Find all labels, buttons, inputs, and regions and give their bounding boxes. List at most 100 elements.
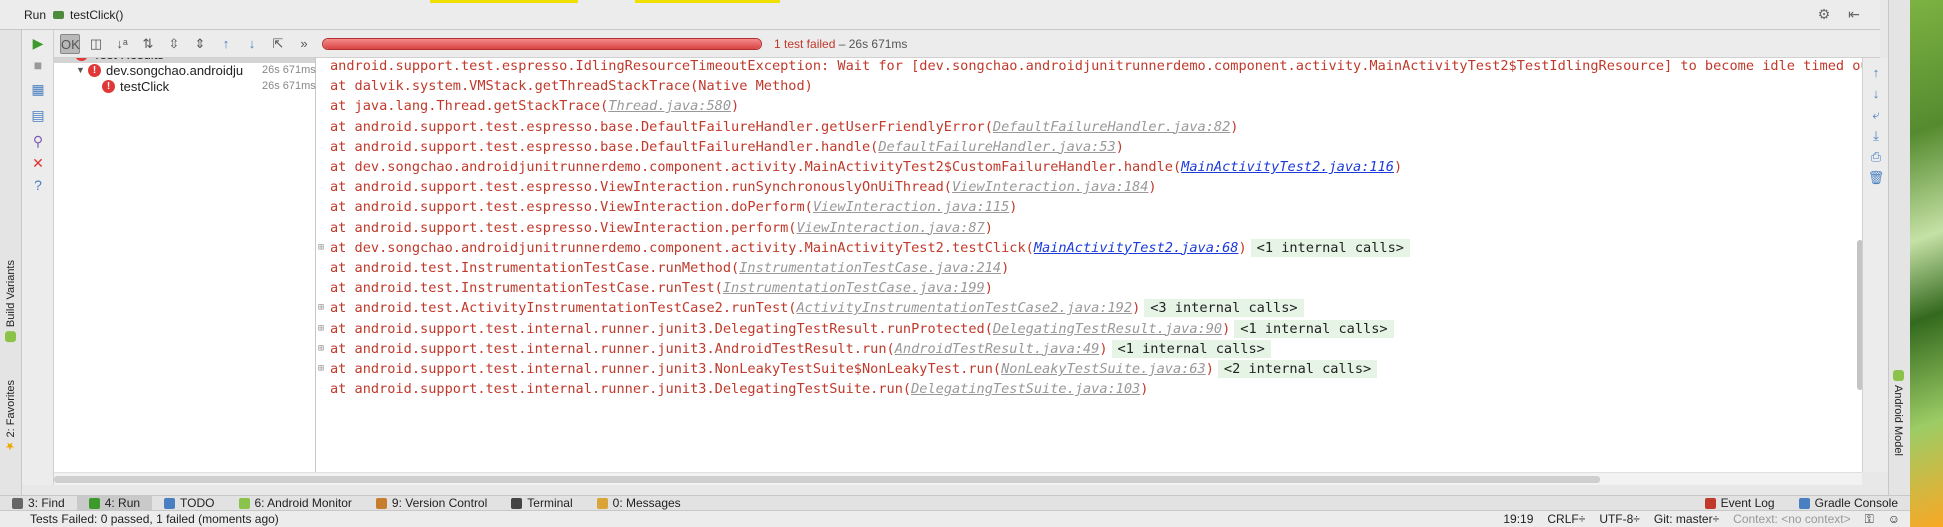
console-text: at android.support.test.espresso.base.De… [330, 118, 993, 135]
progress-fill [323, 39, 761, 49]
console-text: at dev.songchao.androidjunitrunnerdemo.c… [330, 159, 1182, 175]
android-model-label: Android Model [1892, 385, 1904, 456]
trash-icon[interactable]: 🗑 [1867, 169, 1885, 187]
source-link[interactable]: AndroidTestResult.java:49 [895, 341, 1100, 357]
desktop-wallpaper [1910, 0, 1943, 527]
git-branch[interactable]: Git: master÷ [1654, 512, 1719, 526]
tool-tab[interactable]: Terminal [499, 496, 584, 511]
internal-calls-badge[interactable]: <1 internal calls> [1111, 339, 1271, 358]
collapse-all-icon[interactable]: ⇕ [190, 34, 210, 54]
horizontal-scrollbar[interactable] [54, 472, 1862, 485]
hide-panel-icon[interactable]: ⇤ [1846, 6, 1862, 22]
tool-tab[interactable]: 0: Messages [585, 496, 693, 511]
tool-tab[interactable]: 6: Android Monitor [227, 496, 364, 511]
tool-tab-label: 0: Messages [612, 496, 681, 510]
lock-icon[interactable]: ⚿ [1865, 512, 1874, 527]
internal-calls-badge[interactable]: <3 internal calls> [1144, 299, 1304, 318]
rerun-icon[interactable]: ▶ [29, 34, 47, 52]
expand-all-icon[interactable]: ⇳ [164, 34, 184, 54]
tool-tab[interactable]: Event Log [1693, 496, 1787, 511]
console-text: at dalvik.system.VMStack.getThreadStackT… [330, 78, 813, 95]
console-text: at android.support.test.espresso.ViewInt… [330, 199, 813, 216]
android-model-tab[interactable]: Android Model [1892, 370, 1904, 456]
console-text-tail: ) [1230, 118, 1239, 135]
favorites-label: 2: Favorites [5, 380, 17, 438]
tool-tab-label: Gradle Console [1814, 496, 1898, 510]
file-encoding[interactable]: UTF-8÷ [1599, 512, 1640, 526]
console-text: at java.lang.Thread.getStackTrace( [330, 98, 609, 115]
scroll-to-end-icon[interactable]: ⤓ [1867, 127, 1885, 145]
source-link[interactable]: DefaultFailureHandler.java:82 [993, 119, 1230, 135]
more-icon[interactable]: » [294, 34, 314, 54]
line-separator[interactable]: CRLF÷ [1547, 512, 1585, 526]
console-text: at android.test.ActivityInstrumentationT… [330, 300, 797, 317]
close-icon[interactable]: ✕ [29, 154, 47, 172]
tool-tab[interactable]: 4: Run [76, 495, 153, 511]
show-ignored-icon[interactable]: ◫ [86, 34, 106, 54]
tool-tab[interactable]: 9: Version Control [364, 496, 499, 511]
source-link[interactable]: ViewInteraction.java:184 [952, 179, 1148, 195]
show-passed-icon[interactable]: OK [60, 33, 80, 54]
favorites-tab[interactable]: ★ 2: Favorites [2, 380, 20, 452]
layout-icon[interactable]: ▦ [29, 80, 47, 98]
source-link[interactable]: NonLeakyTestSuite.java:63 [1001, 361, 1206, 377]
stop-icon[interactable]: ■ [29, 56, 47, 74]
source-link[interactable]: DelegatingTestResult.java:90 [993, 321, 1222, 337]
tree-toolbar: OK ◫ ↓ᵃ ⇅ ⇳ ⇕ ↑ ↓ ⇱ » [54, 30, 316, 58]
hector-icon[interactable]: ☺ [1888, 512, 1900, 526]
chevron-down-icon[interactable]: ▼ [76, 65, 88, 75]
source-link[interactable]: Thread.java:580 [608, 98, 731, 114]
cursor-position[interactable]: 19:19 [1503, 512, 1533, 526]
tree-row[interactable]: ! testClick 26s 671ms [54, 77, 316, 95]
test-tree-panel: ▼ ! Test Results 26s 671ms ▼ ! dev.songc… [54, 30, 316, 485]
arrow-down-icon[interactable]: ↓ [242, 34, 262, 54]
source-link[interactable]: InstrumentationTestCase.java:199 [723, 280, 985, 296]
console-text: at android.support.test.internal.runner.… [330, 340, 895, 357]
help-icon[interactable]: ? [29, 176, 47, 194]
source-link[interactable]: MainActivityTest2.java:68 [1034, 240, 1239, 256]
source-link[interactable]: InstrumentationTestCase.java:214 [739, 260, 1001, 276]
arrow-up-icon[interactable]: ↑ [216, 34, 236, 54]
sort-alpha-icon[interactable]: ↓ᵃ [112, 34, 132, 54]
run-config-icon [52, 8, 66, 22]
tool-tab[interactable]: Gradle Console [1787, 496, 1910, 511]
context-indicator[interactable]: Context: <no context> [1733, 512, 1850, 526]
internal-calls-badge[interactable]: <2 internal calls> [1217, 360, 1378, 378]
pin-icon[interactable]: ⚲ [29, 132, 47, 150]
export-icon[interactable]: ⇱ [268, 34, 288, 54]
arrow-down-icon[interactable]: ↓ [1867, 85, 1885, 103]
source-link[interactable]: MainActivityTest2.java:116 [1181, 159, 1394, 175]
console-text-tail: ) [984, 280, 993, 297]
android-icon [5, 331, 17, 343]
console-text: at android.support.test.espresso.base.De… [330, 138, 879, 155]
source-link[interactable]: ActivityInstrumentationTestCase2.java:19… [797, 300, 1133, 316]
tool-tab-label: 4: Run [104, 496, 141, 510]
arrow-up-icon[interactable]: ↑ [1867, 64, 1885, 82]
print-icon[interactable]: ⎙ [1867, 148, 1885, 166]
soft-wrap-icon[interactable]: ⤶ [1867, 106, 1885, 124]
run-config-name[interactable]: testClick() [70, 8, 123, 22]
run-title-bar: Run testClick() ⚙ ⇤ [0, 0, 1880, 30]
source-link[interactable]: ViewInteraction.java:115 [813, 199, 1009, 215]
expand-icon[interactable]: ⊞ [318, 357, 324, 381]
restore-layout-icon[interactable]: ▤ [29, 106, 47, 124]
source-link[interactable]: DelegatingTestSuite.java:103 [911, 381, 1140, 397]
internal-calls-badge[interactable]: <1 internal calls> [1250, 238, 1410, 257]
build-variants-label: Build Variants [5, 260, 17, 328]
expand-icon[interactable]: ⊞ [318, 236, 324, 260]
build-variants-tab[interactable]: Build Variants [2, 260, 20, 343]
internal-calls-badge[interactable]: <1 internal calls> [1234, 319, 1394, 338]
tool-tab[interactable]: TODO [152, 496, 226, 511]
source-link[interactable]: ViewInteraction.java:87 [797, 220, 985, 236]
sort-duration-icon[interactable]: ⇅ [138, 34, 158, 54]
console-text-tail: ) [1148, 179, 1157, 196]
status-message[interactable]: Tests Failed: 0 passed, 1 failed (moment… [30, 512, 279, 526]
tool-tab[interactable]: 3: Find [0, 496, 77, 511]
source-link[interactable]: DefaultFailureHandler.java:53 [878, 139, 1115, 155]
scroll-thumb[interactable] [54, 476, 1600, 483]
settings-icon[interactable]: ⚙ [1816, 6, 1832, 22]
console-text: at android.support.test.internal.runner.… [330, 381, 912, 398]
console-output[interactable]: android.support.test.espresso.IdlingReso… [316, 58, 1862, 472]
console-text: at android.support.test.internal.runner.… [330, 361, 1002, 377]
console-text-tail: ) [1205, 361, 1214, 377]
